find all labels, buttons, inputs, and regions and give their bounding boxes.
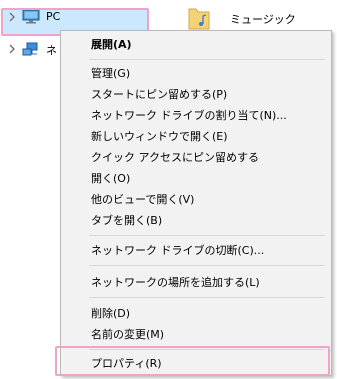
folder-label-music: ミュージック [230,13,296,26]
tree-item-pc[interactable]: PC [0,6,150,36]
menu-item-pin-quick-access[interactable]: クイック アクセスにピン留めする [91,148,259,168]
menu-item-open-new-window[interactable]: 新しいウィンドウで開く(E) [91,127,228,147]
menu-item-open-tab[interactable]: タブを開く(B) [91,211,162,231]
properties-highlight-box [55,346,330,376]
chevron-right-icon[interactable] [7,44,17,54]
network-icon [22,42,38,56]
menu-item-expand[interactable]: 展開(A) [91,35,132,55]
folder-item-music[interactable]: ミュージック [188,6,337,32]
context-menu: 展開(A) 管理(G) スタートにピン留めする(P) ネットワーク ドライブの割… [60,30,332,376]
menu-separator [89,297,325,298]
menu-separator [89,59,325,60]
menu-item-map-network-drive[interactable]: ネットワーク ドライブの割り当て(N)... [91,106,287,126]
music-folder-icon [188,8,210,30]
menu-item-open-other-view[interactable]: 他のビューで開く(V) [91,190,194,210]
menu-item-delete[interactable]: 削除(D) [91,304,130,324]
menu-item-pin-to-start[interactable]: スタートにピン留めする(P) [91,85,227,105]
menu-item-open[interactable]: 開く(O) [91,169,130,189]
tree-label-network: ネ [46,44,57,57]
menu-item-add-network-location[interactable]: ネットワークの場所を追加する(L) [91,273,260,293]
menu-item-manage[interactable]: 管理(G) [91,64,130,84]
menu-separator [89,265,325,266]
menu-item-disconnect-network-drive[interactable]: ネットワーク ドライブの切断(C)... [91,241,264,261]
menu-separator [89,235,325,236]
menu-item-rename[interactable]: 名前の変更(M) [91,325,164,345]
